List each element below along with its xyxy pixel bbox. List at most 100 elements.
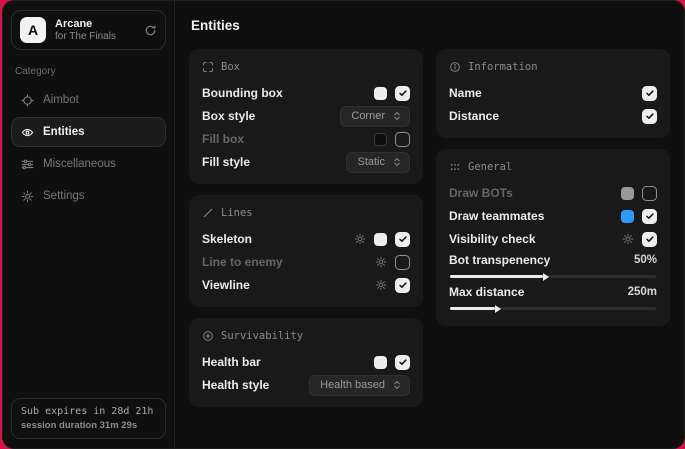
gear-icon xyxy=(21,190,34,203)
setting-label: Bot transpenency xyxy=(449,253,550,267)
color-swatch[interactable] xyxy=(374,133,387,146)
setting-controls xyxy=(354,232,410,247)
setting-row-distance: Distance xyxy=(449,105,657,127)
main-content: Entities Box Bounding box xyxy=(175,1,684,448)
survivability-section-header: Survivability xyxy=(202,330,410,342)
setting-controls xyxy=(374,86,410,101)
setting-label: Fill style xyxy=(202,155,250,169)
general-section-header: General xyxy=(449,161,657,173)
setting-label: Draw BOTs xyxy=(449,186,513,200)
survivability-section-card: Survivability Health bar Health style xyxy=(189,318,423,407)
page-title: Entities xyxy=(191,18,668,33)
gear-icon[interactable] xyxy=(375,256,387,268)
setting-label: Fill box xyxy=(202,132,244,146)
setting-controls xyxy=(621,186,657,201)
left-column: Box Bounding box Box style xyxy=(189,49,423,407)
sidebar-item-settings[interactable]: Settings xyxy=(11,181,166,211)
setting-row-bot-transparency: Bot transpenency 50% xyxy=(449,251,657,269)
setting-label: Health style xyxy=(202,378,269,392)
max-distance-slider[interactable] xyxy=(450,307,656,310)
lines-section-header: Lines xyxy=(202,207,410,219)
checkbox[interactable] xyxy=(642,209,657,224)
setting-controls xyxy=(375,278,410,293)
setting-controls xyxy=(374,355,410,370)
health-cross-icon xyxy=(202,330,214,342)
health-style-dropdown[interactable]: Health based xyxy=(309,375,410,396)
setting-controls xyxy=(622,232,657,247)
gear-icon[interactable] xyxy=(622,233,634,245)
box-section-header: Box xyxy=(202,61,410,73)
bot-transparency-slider[interactable] xyxy=(450,275,656,278)
section-title: Box xyxy=(221,61,240,73)
sidebar-item-miscellaneous[interactable]: Miscellaneous xyxy=(11,149,166,179)
checkbox[interactable] xyxy=(395,355,410,370)
setting-row-health-bar: Health bar xyxy=(202,351,410,373)
sidebar-item-aimbot[interactable]: Aimbot xyxy=(11,85,166,115)
sidebar-item-entities[interactable]: Entities xyxy=(11,117,166,147)
setting-controls xyxy=(642,109,657,124)
color-swatch[interactable] xyxy=(374,233,387,246)
slider-fill[interactable] xyxy=(450,275,543,278)
color-swatch[interactable] xyxy=(374,356,387,369)
gear-icon[interactable] xyxy=(375,279,387,291)
checkbox[interactable] xyxy=(642,186,657,201)
chevron-up-down-icon xyxy=(392,380,402,390)
checkbox[interactable] xyxy=(395,278,410,293)
sidebar-item-label: Aimbot xyxy=(43,94,79,106)
gear-icon[interactable] xyxy=(354,233,366,245)
chevron-up-down-icon xyxy=(392,111,402,121)
setting-label: Box style xyxy=(202,109,255,123)
grid-dots-icon xyxy=(449,161,461,173)
setting-label: Viewline xyxy=(202,278,250,292)
sub-expires-text: Sub expires in 28d 21h xyxy=(21,406,156,417)
checkbox[interactable] xyxy=(395,86,410,101)
setting-row-line-to-enemy: Line to enemy xyxy=(202,251,410,273)
checkbox[interactable] xyxy=(642,232,657,247)
sidebar: A Arcane for The Finals Category Aimbot xyxy=(3,1,175,448)
setting-row-name: Name xyxy=(449,82,657,104)
information-section-header: Information xyxy=(449,61,657,73)
chevron-up-down-icon xyxy=(392,157,402,167)
general-section-card: General Draw BOTs Draw teammates xyxy=(436,149,670,326)
checkbox[interactable] xyxy=(395,132,410,147)
setting-row-visibility-check: Visibility check xyxy=(449,228,657,250)
app-title-block: Arcane for The Finals xyxy=(55,18,135,42)
slider-value: 50% xyxy=(634,254,657,266)
settings-columns: Box Bounding box Box style xyxy=(189,49,670,407)
setting-label: Visibility check xyxy=(449,232,536,246)
box-style-dropdown[interactable]: Corner xyxy=(340,106,410,127)
slider-fill[interactable] xyxy=(450,307,495,310)
setting-label: Health bar xyxy=(202,355,261,369)
app-avatar: A xyxy=(20,17,46,43)
section-title: Information xyxy=(468,61,538,73)
session-duration-text: session duration 31m 29s xyxy=(21,420,156,431)
setting-label: Max distance xyxy=(449,285,524,299)
color-swatch[interactable] xyxy=(621,210,634,223)
section-title: Lines xyxy=(221,207,253,219)
color-swatch[interactable] xyxy=(374,87,387,100)
app-name: Arcane xyxy=(55,18,135,30)
sliders-icon xyxy=(21,158,34,171)
checkbox[interactable] xyxy=(395,232,410,247)
refresh-icon[interactable] xyxy=(144,24,157,37)
box-section-card: Box Bounding box Box style xyxy=(189,49,423,184)
checkbox[interactable] xyxy=(642,86,657,101)
right-column: Information Name Distance xyxy=(436,49,670,326)
dropdown-value: Static xyxy=(357,156,385,168)
entities-icon xyxy=(21,126,34,139)
fill-style-dropdown[interactable]: Static xyxy=(346,152,410,173)
section-title: Survivability xyxy=(221,330,303,342)
sidebar-item-label: Entities xyxy=(43,126,85,138)
setting-controls xyxy=(642,86,657,101)
checkbox[interactable] xyxy=(395,255,410,270)
setting-row-fill-style: Fill style Static xyxy=(202,151,410,173)
color-swatch[interactable] xyxy=(621,187,634,200)
setting-controls xyxy=(375,255,410,270)
setting-label: Distance xyxy=(449,109,499,123)
checkbox[interactable] xyxy=(642,109,657,124)
box-corners-icon xyxy=(202,61,214,73)
setting-controls xyxy=(621,209,657,224)
dropdown-value: Corner xyxy=(351,110,385,122)
setting-row-box-style: Box style Corner xyxy=(202,105,410,127)
setting-row-draw-bots: Draw BOTs xyxy=(449,182,657,204)
